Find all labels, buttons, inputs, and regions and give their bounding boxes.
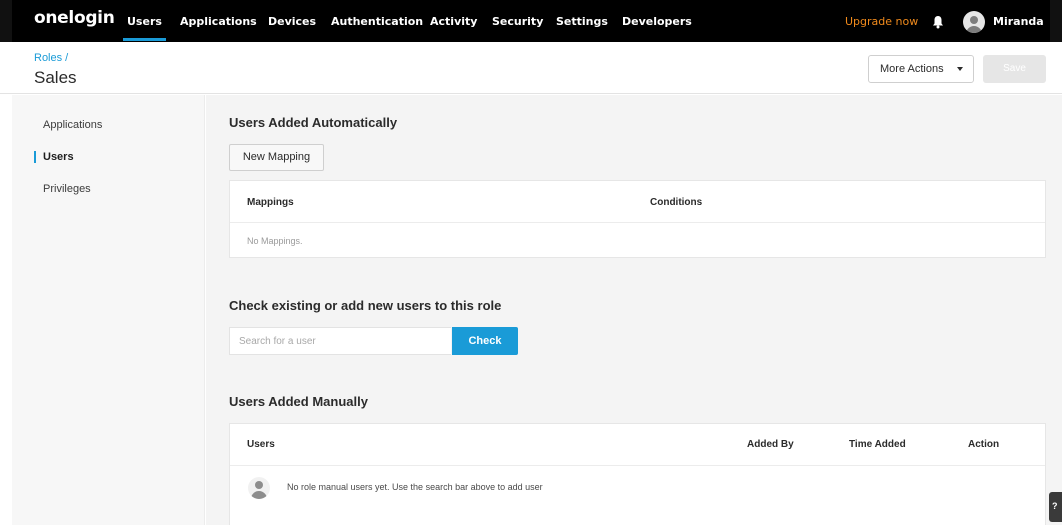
- section-title-manual: Users Added Manually: [229, 394, 368, 409]
- mappings-table: Mappings Conditions No Mappings.: [229, 180, 1046, 258]
- sidebar-item-applications[interactable]: Applications: [12, 114, 205, 136]
- sidebar: Applications Users Privileges: [12, 95, 205, 525]
- nav-settings[interactable]: Settings: [556, 0, 608, 42]
- sidebar-item-users[interactable]: Users: [12, 146, 205, 168]
- section-title-auto: Users Added Automatically: [229, 115, 398, 130]
- nav-devices[interactable]: Devices: [268, 0, 316, 42]
- page-header: Roles / Sales More Actions Save: [0, 42, 1062, 94]
- onelogin-logo[interactable]: onelogin: [34, 8, 115, 28]
- avatar-body-shape: [966, 26, 982, 33]
- search-user-input[interactable]: [229, 327, 451, 355]
- column-header-conditions[interactable]: Conditions: [650, 197, 702, 208]
- avatar-body-shape: [251, 491, 267, 499]
- nav-authentication[interactable]: Authentication: [331, 0, 423, 42]
- column-header-added-by[interactable]: Added By: [747, 439, 794, 450]
- column-header-users[interactable]: Users: [247, 439, 275, 450]
- help-icon: ?: [1052, 501, 1058, 511]
- username-label[interactable]: Miranda: [993, 0, 1044, 42]
- help-tab[interactable]: ?: [1049, 492, 1062, 522]
- more-actions-dropdown[interactable]: More Actions: [868, 55, 974, 83]
- nav-applications[interactable]: Applications: [180, 0, 257, 42]
- section-title-check: Check existing or add new users to this …: [229, 298, 502, 313]
- empty-manual-users-text: No role manual users yet. Use the search…: [287, 482, 543, 492]
- new-mapping-button[interactable]: New Mapping: [229, 144, 324, 171]
- column-header-time-added[interactable]: Time Added: [849, 439, 906, 450]
- user-avatar[interactable]: [963, 11, 985, 33]
- top-navigation-bar: onelogin Users Applications Devices Auth…: [0, 0, 1062, 42]
- nav-developers[interactable]: Developers: [622, 0, 692, 42]
- column-header-mappings[interactable]: Mappings: [247, 197, 294, 208]
- page-title: Sales: [34, 68, 77, 87]
- save-button[interactable]: Save: [983, 55, 1046, 83]
- sidebar-item-privileges[interactable]: Privileges: [12, 178, 205, 200]
- avatar-head-shape: [255, 481, 263, 489]
- main-content: Users Added Automatically New Mapping Ma…: [206, 95, 1062, 525]
- user-placeholder-avatar: [248, 477, 270, 499]
- more-actions-label: More Actions: [880, 63, 944, 75]
- nav-activity[interactable]: Activity: [430, 0, 477, 42]
- upgrade-now-link[interactable]: Upgrade now: [845, 0, 918, 42]
- empty-mappings-text: No Mappings.: [247, 236, 303, 246]
- check-button[interactable]: Check: [452, 327, 518, 355]
- avatar-head-shape: [970, 16, 978, 24]
- nav-users[interactable]: Users: [123, 0, 166, 42]
- manual-users-table: Users Added By Time Added Action No role…: [229, 423, 1046, 525]
- breadcrumb-roles[interactable]: Roles /: [34, 52, 68, 64]
- table-divider: [230, 222, 1045, 223]
- bell-icon[interactable]: [930, 14, 946, 30]
- table-divider: [230, 465, 1045, 466]
- column-header-action[interactable]: Action: [968, 439, 999, 450]
- caret-down-icon: [957, 67, 963, 71]
- nav-security[interactable]: Security: [492, 0, 543, 42]
